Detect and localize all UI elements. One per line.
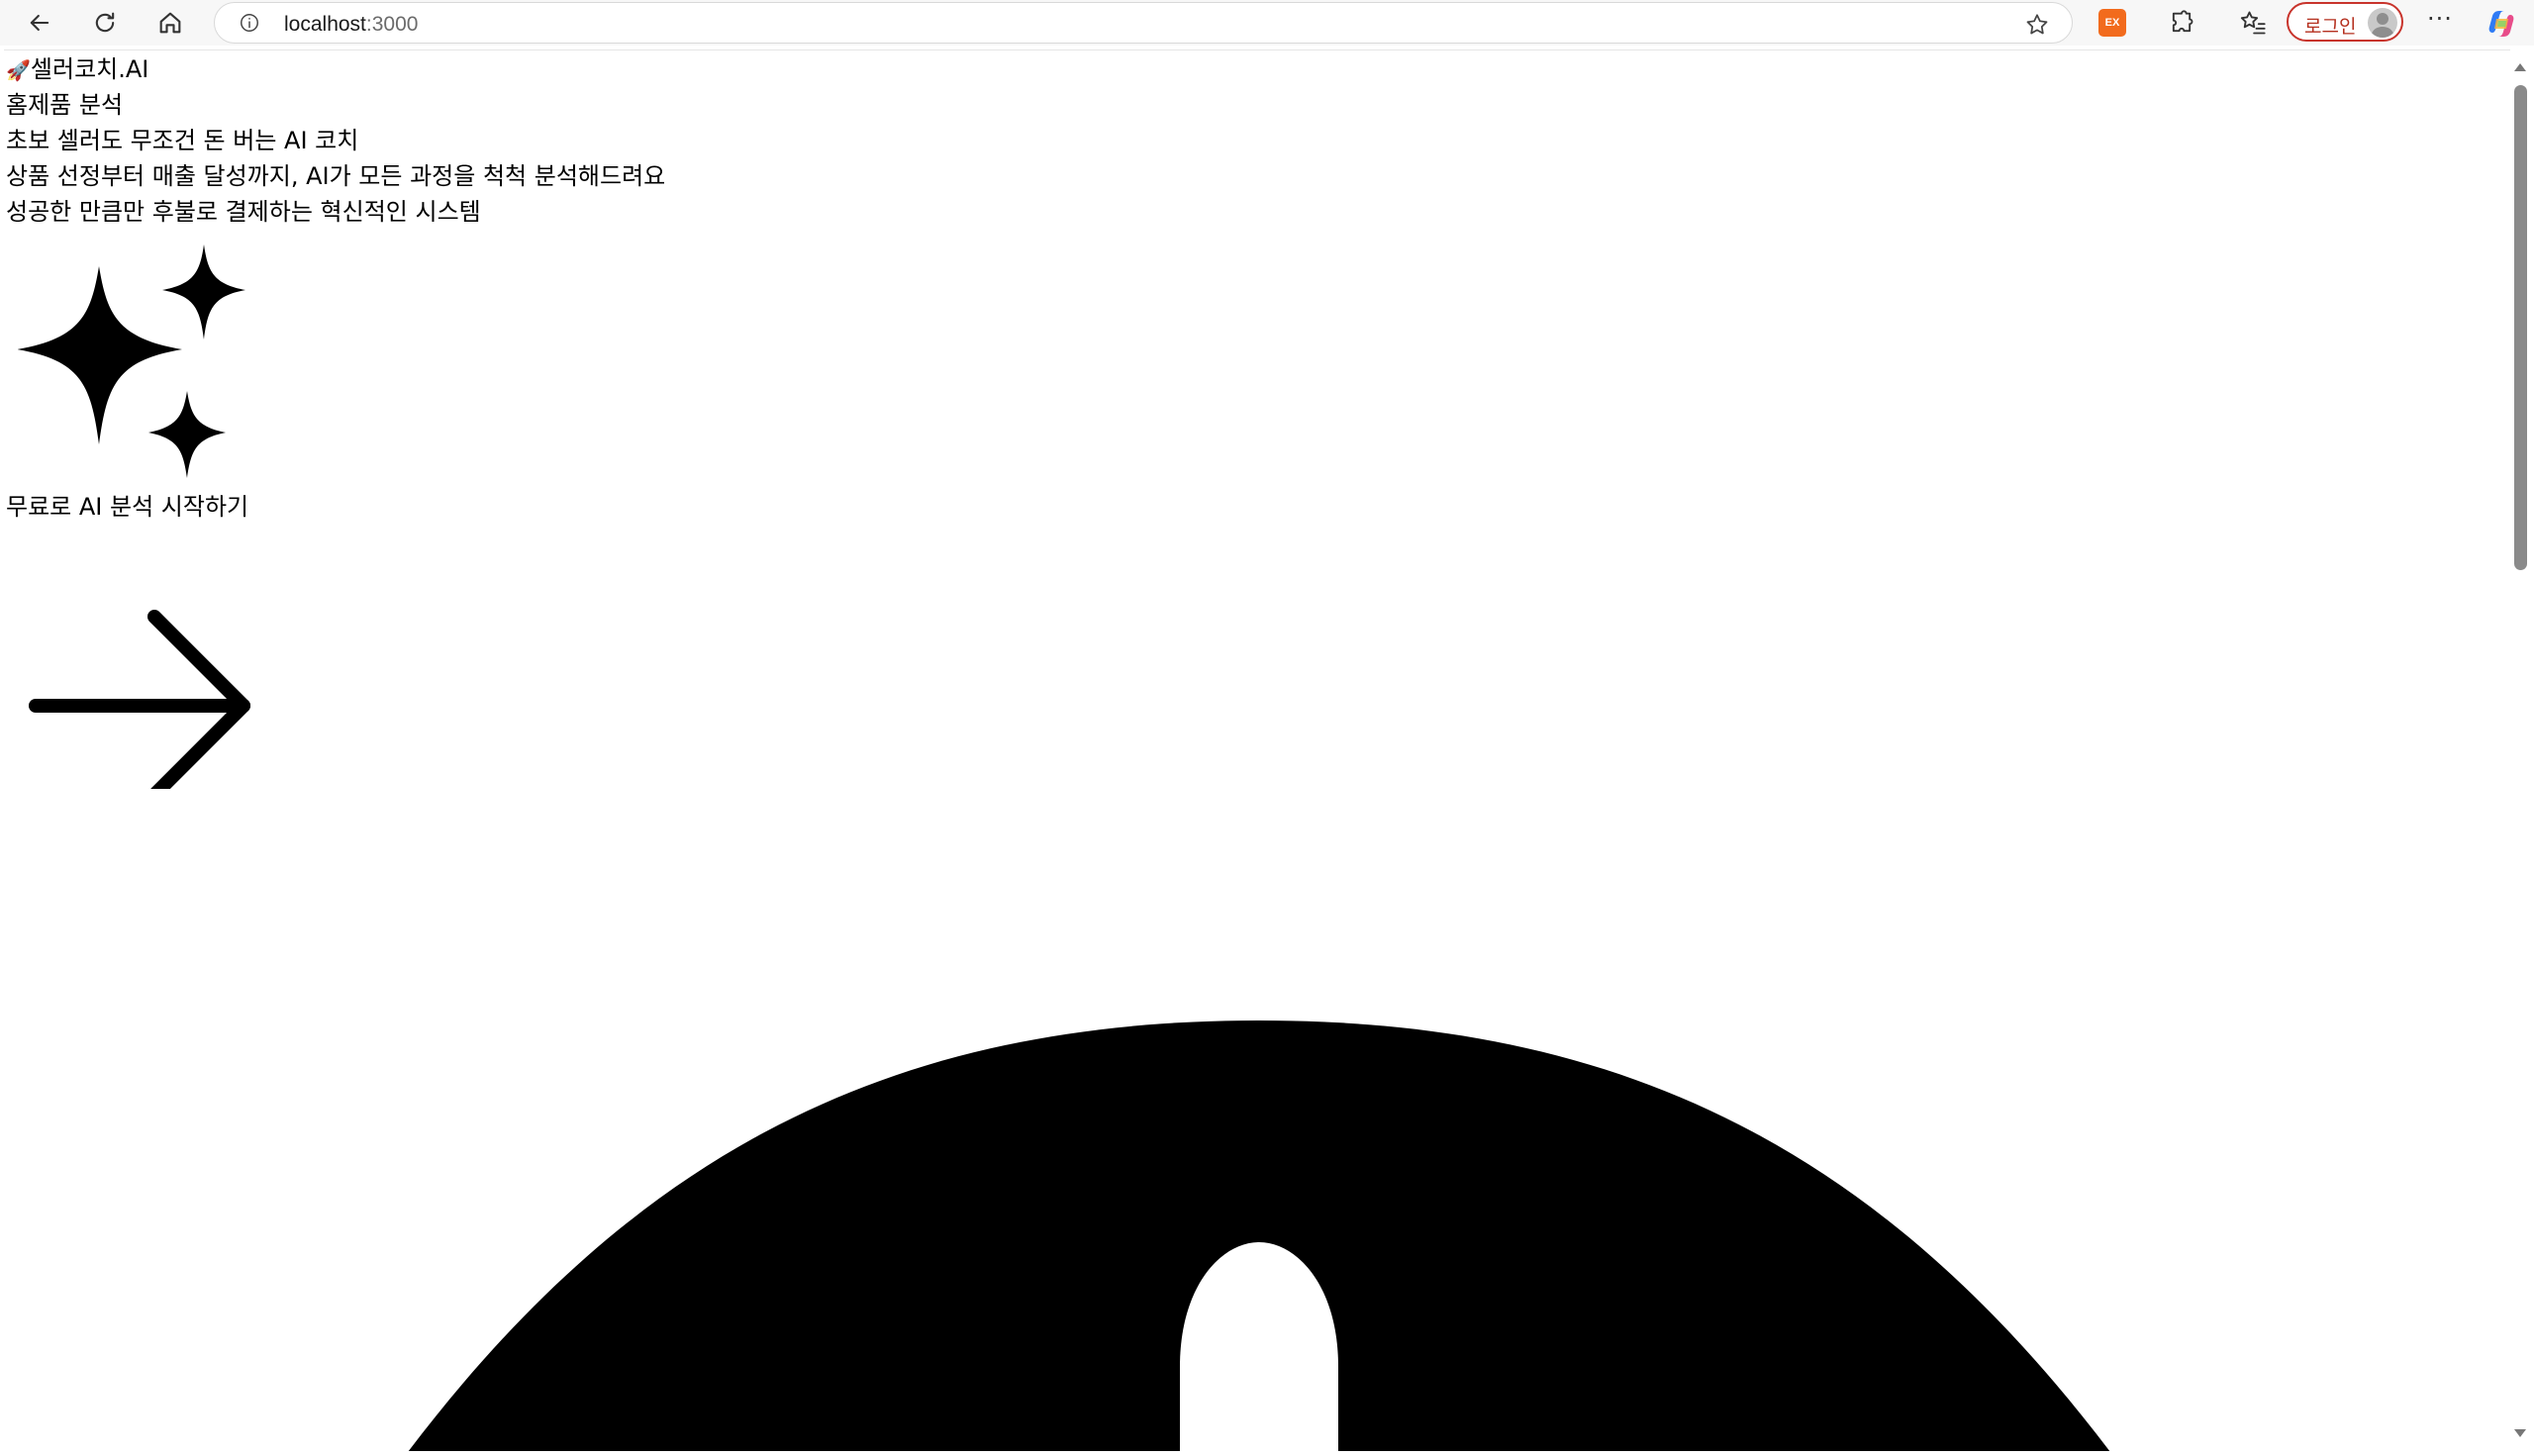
- favorites-button[interactable]: [2237, 7, 2269, 39]
- copilot-icon: [2488, 11, 2514, 37]
- address-bar[interactable]: localhost:3000: [214, 2, 2073, 44]
- extensions-button[interactable]: [2166, 7, 2197, 39]
- url-text: localhost:3000: [284, 13, 418, 37]
- browser-toolbar: localhost:3000 EX 로그인 ···: [0, 0, 2534, 46]
- favorites-list-icon: [2240, 11, 2266, 35]
- cta-start-free-analysis-button[interactable]: 무료로 AI 분석 시작하기: [6, 492, 248, 522]
- reload-icon: [95, 12, 115, 33]
- copilot-button[interactable]: [2485, 7, 2518, 41]
- home-button[interactable]: [150, 3, 190, 43]
- hero-title: 초보 셀러도 무조건 돈 버는 AI 코치: [6, 127, 359, 154]
- brand-name: 셀러코치.AI: [30, 55, 149, 83]
- nav-link-home-product-analysis[interactable]: 홈제품 분석: [6, 90, 123, 120]
- scroll-down-arrow-icon[interactable]: [2514, 1429, 2526, 1437]
- star-icon[interactable]: [2024, 12, 2050, 38]
- hero-subtitle-1: 상품 선정부터 매출 달성까지, AI가 모든 과정을 척척 분석해드려요: [6, 162, 666, 190]
- rocket-body-icon: [408, 1020, 2110, 1451]
- info-icon[interactable]: [239, 12, 260, 34]
- sparkles-icon: [18, 244, 245, 478]
- brand-logo[interactable]: 🚀셀러코치.AI: [6, 54, 148, 85]
- page-scrollbar[interactable]: [2510, 49, 2530, 1451]
- profile-login-label: 로그인: [2304, 16, 2357, 38]
- back-button[interactable]: [20, 3, 59, 43]
- back-arrow-icon: [30, 14, 49, 32]
- profile-login-button[interactable]: 로그인: [2287, 2, 2403, 42]
- url-host: localhost: [284, 13, 366, 36]
- rocket-emoji: 🚀: [6, 58, 31, 82]
- puzzle-icon: [2172, 10, 2193, 33]
- url-port: :3000: [365, 13, 419, 36]
- home-icon: [159, 12, 181, 34]
- reload-button[interactable]: [85, 3, 125, 43]
- hero-subtitle-2: 성공한 만큼만 후불로 결제하는 혁신적인 시스템: [6, 198, 481, 226]
- scrollbar-thumb[interactable]: [2514, 85, 2527, 570]
- scroll-up-arrow-icon[interactable]: [2514, 63, 2526, 71]
- avatar-icon: [2368, 8, 2397, 38]
- more-menu-button[interactable]: ···: [2423, 7, 2457, 38]
- page-viewport: 🚀셀러코치.AI 홈제품 분석 초보 셀러도 무조건 돈 버는 AI 코치 상품…: [4, 49, 2510, 1451]
- arrow-right-icon: [29, 610, 250, 789]
- extension-ex-button[interactable]: EX: [2098, 9, 2126, 37]
